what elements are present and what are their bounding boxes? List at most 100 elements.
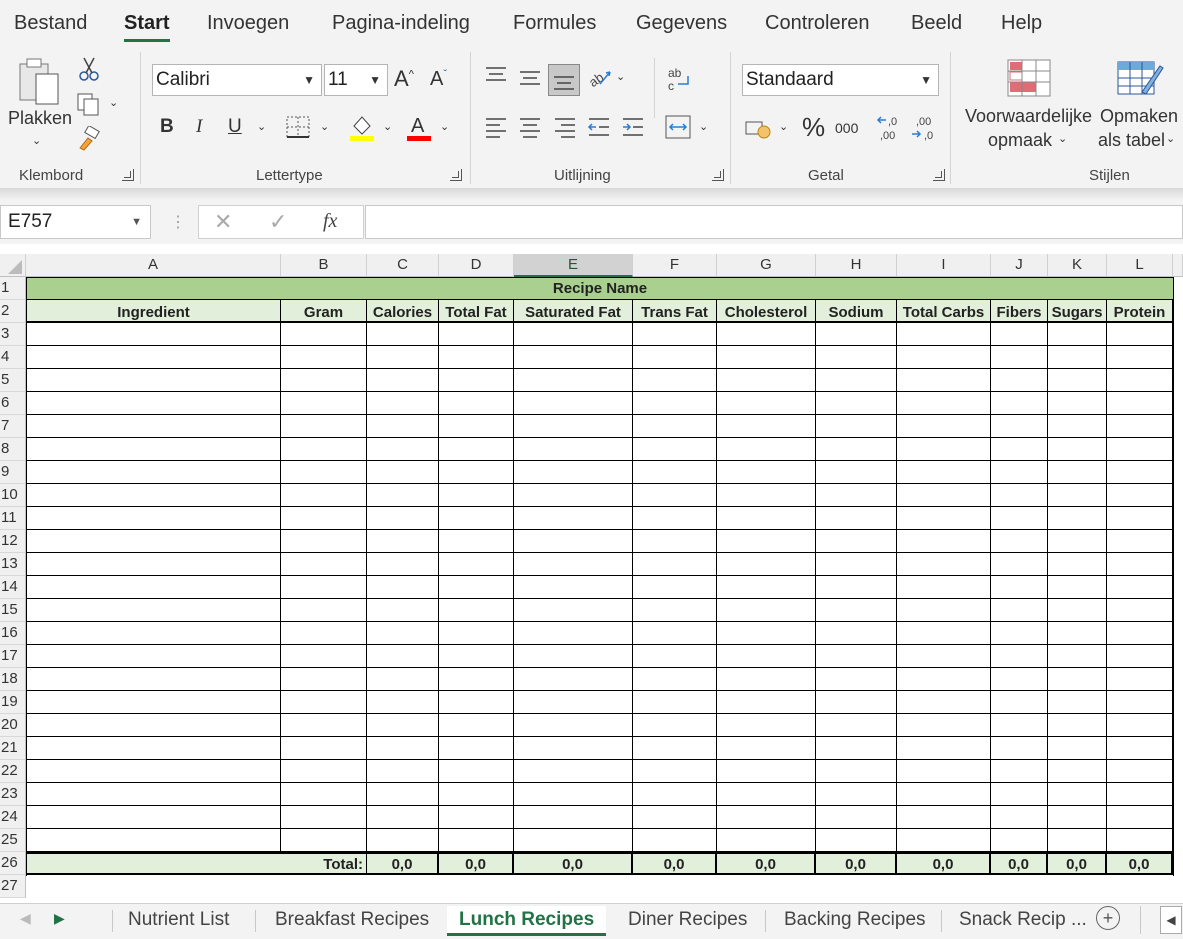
table-cell[interactable] [633,530,717,553]
table-cell[interactable] [633,668,717,691]
table-cell[interactable] [816,599,897,622]
row-header-9[interactable]: 9 [0,461,26,484]
table-cell[interactable] [514,484,633,507]
tab-gegevens[interactable]: Gegevens [636,12,727,35]
table-cell[interactable] [991,645,1048,668]
table-cell[interactable] [514,691,633,714]
formula-input[interactable] [365,205,1183,239]
table-cell[interactable] [281,714,367,737]
table-cell[interactable] [816,783,897,806]
sheet-tab-backing-recipes[interactable]: Backing Recipes [780,906,930,936]
row-header-16[interactable]: 16 [0,622,26,645]
table-cell[interactable] [897,576,991,599]
table-cell[interactable] [1107,599,1173,622]
column-heading-total-fat[interactable]: Total Fat [439,300,514,323]
table-cell[interactable] [514,599,633,622]
table-cell[interactable] [281,369,367,392]
column-heading-protein[interactable]: Protein [1107,300,1173,323]
table-cell[interactable] [633,392,717,415]
table-cell[interactable] [717,323,816,346]
horizontal-scroll-left-icon[interactable]: ◀ [1160,906,1182,934]
column-header-g[interactable]: G [717,254,816,277]
conditional-formatting-icon[interactable] [1006,58,1052,98]
table-cell[interactable] [514,461,633,484]
table-cell[interactable] [281,530,367,553]
borders-icon[interactable] [286,116,310,138]
table-cell[interactable] [1107,760,1173,783]
row-header-21[interactable]: 21 [0,737,26,760]
table-cell[interactable] [991,553,1048,576]
decrease-indent-icon[interactable] [587,116,611,138]
paste-icon[interactable] [18,56,64,108]
column-header-b[interactable]: B [281,254,367,277]
table-cell[interactable] [281,829,367,852]
table-cell[interactable] [717,668,816,691]
table-cell[interactable] [1048,346,1107,369]
table-cell[interactable] [1048,438,1107,461]
total-value[interactable]: 0,0 [816,852,897,875]
total-value[interactable]: 0,0 [633,852,717,875]
sheet-tab-diner-recipes[interactable]: Diner Recipes [624,906,751,936]
table-cell[interactable] [816,576,897,599]
total-value[interactable]: 0,0 [1107,852,1173,875]
table-cell[interactable] [514,507,633,530]
table-cell[interactable] [633,346,717,369]
conditional-formatting-chevron-down-icon[interactable]: ⌄ [1058,132,1067,145]
table-cell[interactable] [633,714,717,737]
font-color-chevron-down-icon[interactable]: ⌄ [440,120,449,133]
table-cell[interactable] [633,783,717,806]
table-cell[interactable] [281,599,367,622]
row-header-14[interactable]: 14 [0,576,26,599]
table-cell[interactable] [717,622,816,645]
table-cell[interactable] [717,599,816,622]
table-cell[interactable] [281,392,367,415]
row-header-19[interactable]: 19 [0,691,26,714]
table-cell[interactable] [633,737,717,760]
table-cell[interactable] [514,415,633,438]
table-cell[interactable] [897,461,991,484]
borders-chevron-down-icon[interactable]: ⌄ [320,120,329,133]
column-header-e[interactable]: E [514,254,633,277]
table-cell[interactable] [1048,369,1107,392]
table-cell[interactable] [1107,576,1173,599]
increase-indent-icon[interactable] [621,116,645,138]
format-as-table-label-2[interactable]: als tabel [1098,130,1165,151]
table-cell[interactable] [1107,783,1173,806]
table-cell[interactable] [1048,507,1107,530]
table-cell[interactable] [897,645,991,668]
table-cell[interactable] [717,645,816,668]
tab-bestand[interactable]: Bestand [14,12,87,35]
table-cell[interactable] [1107,323,1173,346]
table-cell[interactable] [897,668,991,691]
table-cell[interactable] [367,599,439,622]
table-cell[interactable] [816,668,897,691]
table-cell[interactable] [1107,806,1173,829]
table-cell[interactable] [1107,829,1173,852]
table-cell[interactable] [1107,553,1173,576]
table-cell[interactable] [439,576,514,599]
table-cell[interactable] [439,783,514,806]
row-header-6[interactable]: 6 [0,392,26,415]
shrink-font-button[interactable]: Aˇ [430,68,447,91]
table-cell[interactable] [816,829,897,852]
insert-function-icon[interactable]: fx [323,210,337,233]
wrap-text-icon[interactable]: ab c [666,66,694,94]
table-cell[interactable] [514,553,633,576]
row-header-15[interactable]: 15 [0,599,26,622]
row-header-12[interactable]: 12 [0,530,26,553]
orientation-chevron-down-icon[interactable]: ⌄ [616,70,625,83]
table-cell[interactable] [367,576,439,599]
table-cell[interactable] [1048,484,1107,507]
row-header-26[interactable]: 26 [0,852,26,875]
underline-chevron-down-icon[interactable]: ⌄ [257,120,266,133]
table-cell[interactable] [991,369,1048,392]
column-header-c[interactable]: C [367,254,439,277]
table-cell[interactable] [897,691,991,714]
table-cell[interactable] [514,783,633,806]
table-cell[interactable] [1107,714,1173,737]
table-cell[interactable] [281,346,367,369]
column-header-i[interactable]: I [897,254,991,277]
name-box[interactable]: E757 ▼ [0,205,151,239]
table-cell[interactable] [26,369,281,392]
table-cell[interactable] [439,346,514,369]
